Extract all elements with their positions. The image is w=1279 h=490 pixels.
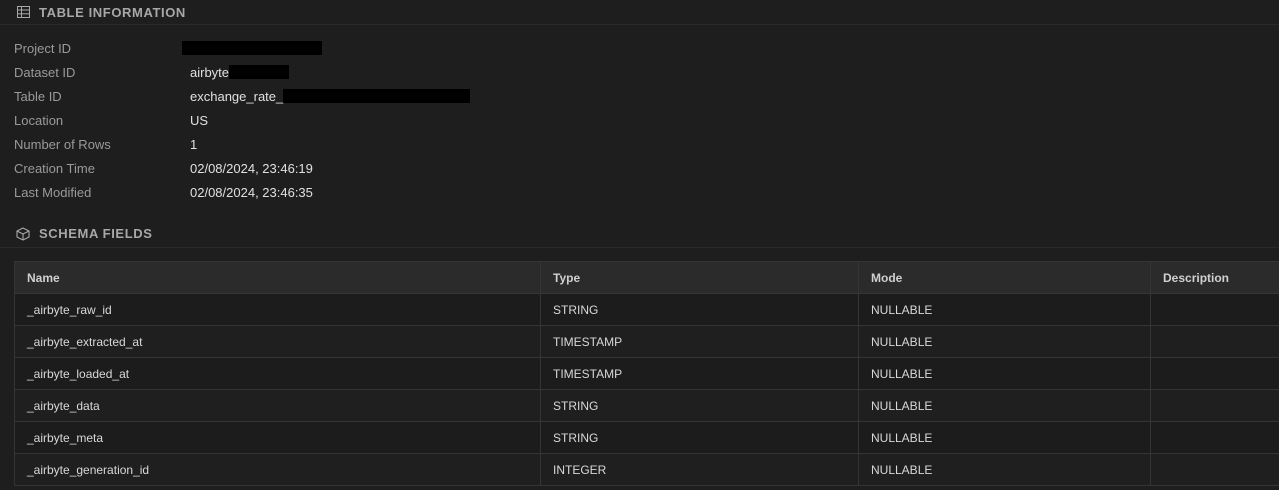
- cell-description: [1150, 325, 1279, 358]
- cell-description: [1150, 421, 1279, 454]
- table-row[interactable]: _airbyte_loaded_at TIMESTAMP NULLABLE: [14, 357, 1279, 390]
- redaction-block: [229, 65, 290, 79]
- section-title: TABLE INFORMATION: [39, 4, 186, 20]
- cell-mode: NULLABLE: [858, 421, 1151, 454]
- table-row[interactable]: _airbyte_generation_id INTEGER NULLABLE: [14, 453, 1279, 486]
- info-label: Number of Rows: [14, 136, 111, 152]
- info-label: Project ID: [14, 40, 72, 56]
- cell-name: _airbyte_generation_id: [14, 453, 541, 486]
- table-row[interactable]: _airbyte_meta STRING NULLABLE: [14, 421, 1279, 454]
- info-value: [182, 41, 322, 55]
- cell-type: STRING: [540, 389, 859, 422]
- cell-name: _airbyte_meta: [14, 421, 541, 454]
- table-grid-icon: [16, 5, 30, 19]
- cell-name: _airbyte_raw_id: [14, 293, 541, 326]
- section-title: SCHEMA FIELDS: [39, 226, 153, 241]
- info-row-table-id: Table ID exchange_rate_: [0, 84, 1279, 108]
- cell-type: STRING: [540, 293, 859, 326]
- cell-mode: NULLABLE: [858, 357, 1151, 390]
- cell-type: INTEGER: [540, 453, 859, 486]
- cube-icon: [16, 226, 30, 241]
- info-row-last-modified: Last Modified 02/08/2024, 23:46:35: [0, 180, 1279, 204]
- info-label: Table ID: [14, 88, 62, 104]
- cell-mode: NULLABLE: [858, 453, 1151, 486]
- info-value: US: [190, 112, 209, 128]
- cell-description: [1150, 389, 1279, 422]
- schema-fields-header: SCHEMA FIELDS: [0, 220, 1279, 248]
- info-row-location: Location US: [0, 108, 1279, 132]
- info-label: Location: [14, 112, 64, 128]
- cell-type: TIMESTAMP: [540, 357, 859, 390]
- column-header-name[interactable]: Name: [14, 261, 541, 294]
- table-row[interactable]: _airbyte_extracted_at TIMESTAMP NULLABLE: [14, 325, 1279, 358]
- table-row[interactable]: _airbyte_raw_id STRING NULLABLE: [14, 293, 1279, 326]
- info-value: airbyte: [190, 65, 290, 80]
- cell-mode: NULLABLE: [858, 325, 1151, 358]
- column-header-mode[interactable]: Mode: [858, 261, 1151, 294]
- cell-name: _airbyte_loaded_at: [14, 357, 541, 390]
- cell-description: [1150, 357, 1279, 390]
- cell-description: [1150, 453, 1279, 486]
- info-value: exchange_rate_: [190, 89, 471, 104]
- cell-description: [1150, 293, 1279, 326]
- info-value: 02/08/2024, 23:46:19: [190, 160, 313, 176]
- info-value: 02/08/2024, 23:46:35: [190, 184, 313, 200]
- info-label: Dataset ID: [14, 64, 76, 80]
- info-value: 1: [190, 136, 198, 152]
- info-row-dataset-id: Dataset ID airbyte: [0, 60, 1279, 84]
- table-info-list: Project ID Dataset ID airbyte Table ID e…: [0, 36, 1279, 204]
- table-information-header: TABLE INFORMATION: [0, 0, 1279, 25]
- column-header-type[interactable]: Type: [540, 261, 859, 294]
- cell-name: _airbyte_data: [14, 389, 541, 422]
- info-row-project-id: Project ID: [0, 36, 1279, 60]
- info-row-number-of-rows: Number of Rows 1: [0, 132, 1279, 156]
- redaction-block: [182, 41, 322, 55]
- info-row-creation-time: Creation Time 02/08/2024, 23:46:19: [0, 156, 1279, 180]
- cell-mode: NULLABLE: [858, 389, 1151, 422]
- redaction-block: [283, 89, 471, 103]
- cell-mode: NULLABLE: [858, 293, 1151, 326]
- cell-type: STRING: [540, 421, 859, 454]
- table-row[interactable]: _airbyte_data STRING NULLABLE: [14, 389, 1279, 422]
- cell-name: _airbyte_extracted_at: [14, 325, 541, 358]
- table-header-row: Name Type Mode Description: [14, 261, 1279, 294]
- schema-table: Name Type Mode Description _airbyte_raw_…: [14, 261, 1279, 486]
- cell-type: TIMESTAMP: [540, 325, 859, 358]
- info-label: Creation Time: [14, 160, 95, 176]
- info-label: Last Modified: [14, 184, 92, 200]
- column-header-description[interactable]: Description: [1150, 261, 1279, 294]
